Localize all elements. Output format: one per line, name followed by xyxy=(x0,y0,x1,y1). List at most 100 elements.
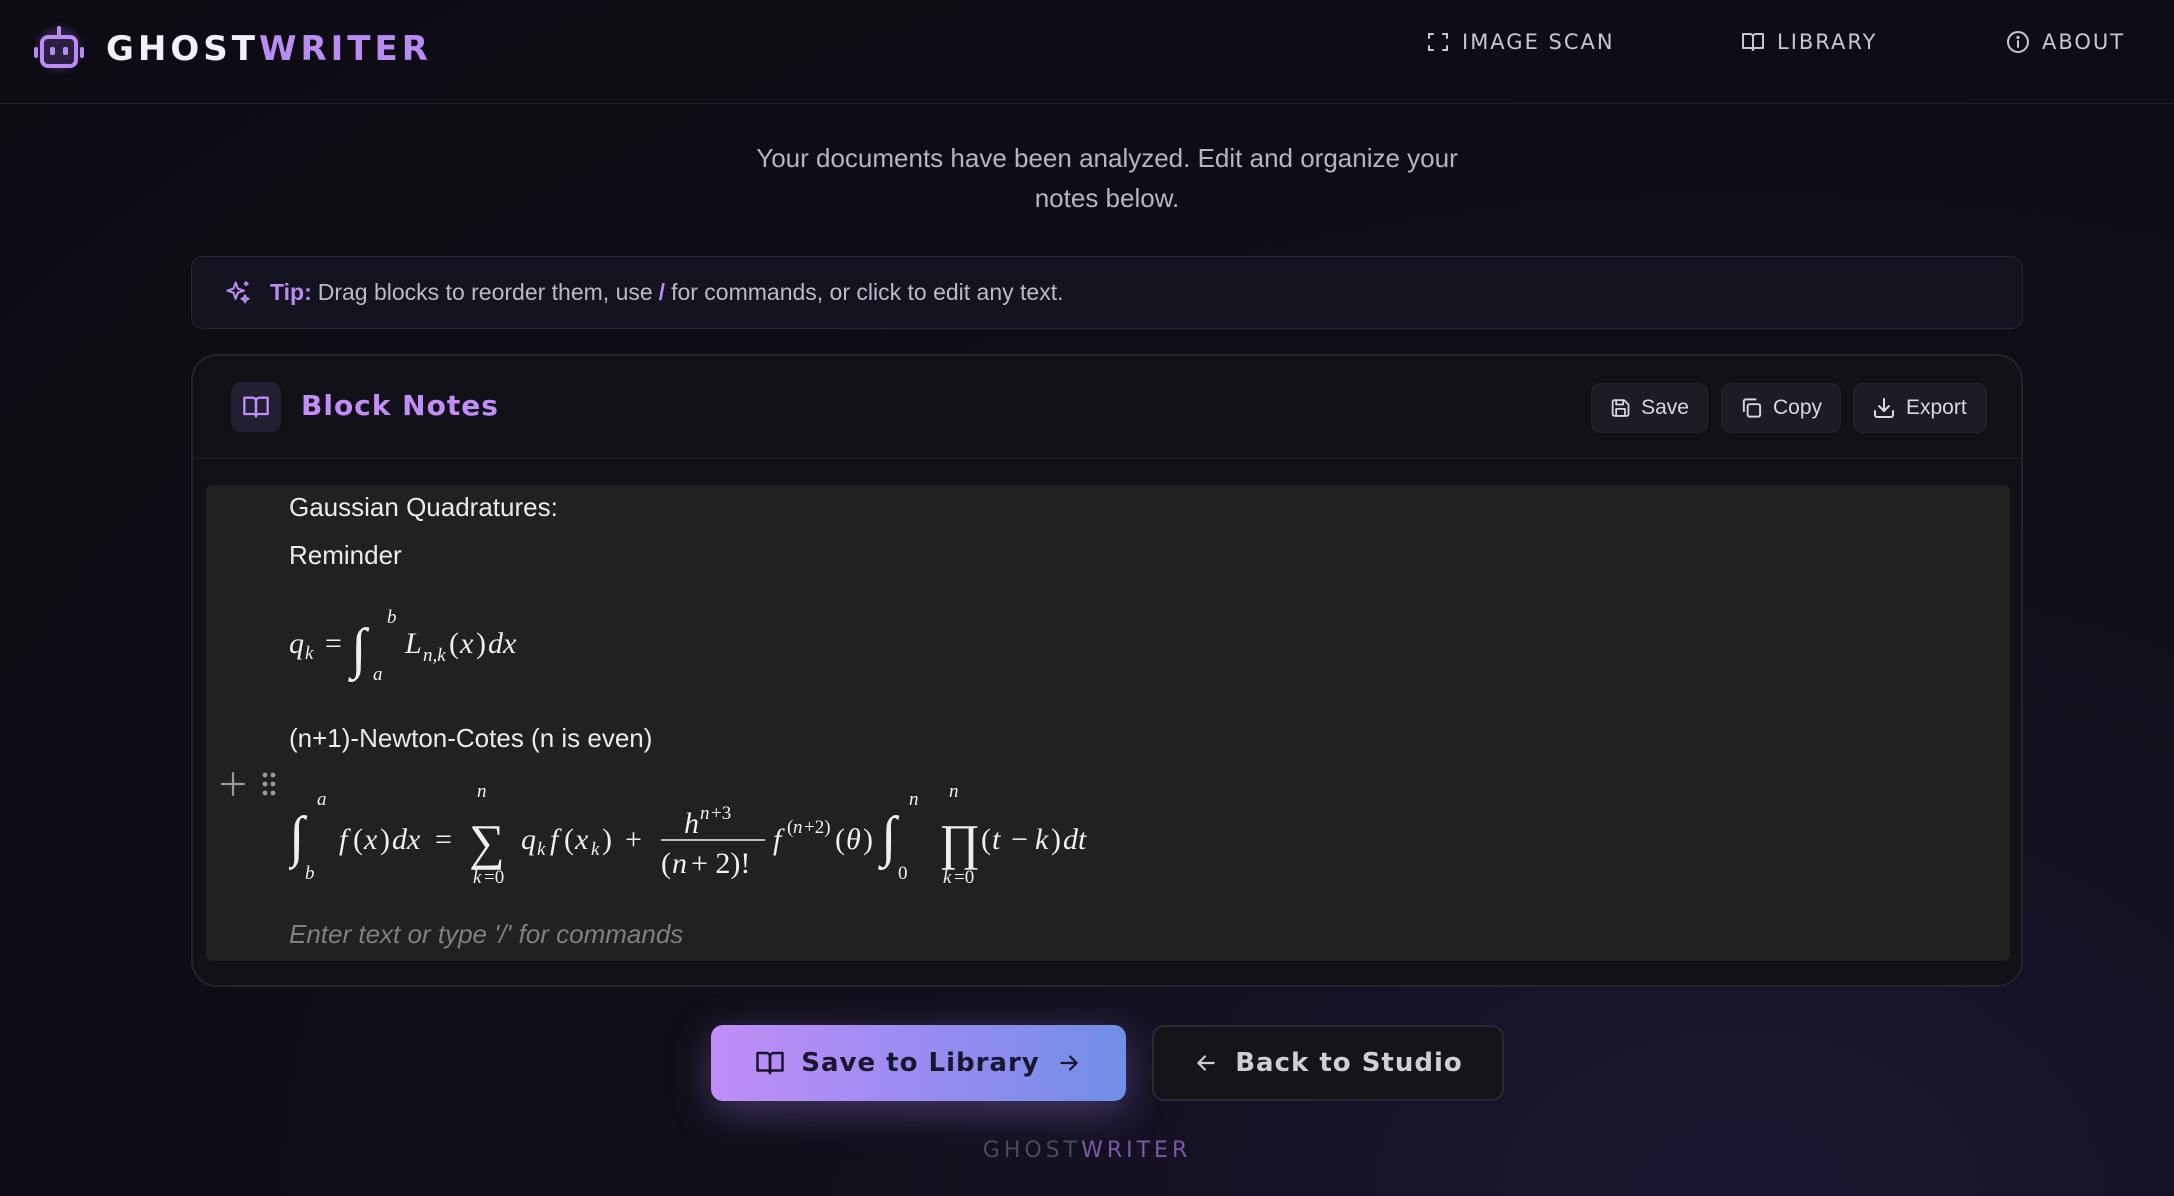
svg-text:n: n xyxy=(949,781,959,802)
svg-text:t: t xyxy=(992,823,1001,856)
svg-text:=0: =0 xyxy=(484,867,504,888)
svg-text:+: + xyxy=(625,823,642,856)
svg-text:+3: +3 xyxy=(711,803,731,824)
svg-text:dx: dx xyxy=(488,627,517,660)
svg-text:(: ( xyxy=(981,823,991,856)
nav-about-label: ABOUT xyxy=(2042,30,2126,54)
svg-text:(: ( xyxy=(835,823,845,856)
svg-text:n: n xyxy=(672,847,687,880)
svg-text:=0: =0 xyxy=(954,867,974,888)
svg-text:L: L xyxy=(404,627,422,660)
save-button[interactable]: Save xyxy=(1591,383,1708,433)
svg-text:k: k xyxy=(1035,823,1049,856)
svg-text:k: k xyxy=(943,867,952,888)
svg-text:(: ( xyxy=(353,823,363,856)
svg-text:(: ( xyxy=(661,847,671,880)
robot-icon xyxy=(30,20,88,78)
svg-text:f: f xyxy=(773,823,785,856)
brand-name: GHOSTWRITER xyxy=(106,29,432,69)
copy-button[interactable]: Copy xyxy=(1721,383,1841,433)
download-icon xyxy=(1874,398,1894,418)
text-block[interactable]: Reminder xyxy=(289,540,402,571)
tip-text-before: Drag blocks to reorder them, use xyxy=(317,279,653,305)
svg-text:): ) xyxy=(476,627,486,660)
svg-text:+2): +2) xyxy=(804,817,831,838)
svg-text:(: ( xyxy=(449,627,459,660)
save-to-library-label: Save to Library xyxy=(801,1048,1040,1078)
footer-prefix: GHOST xyxy=(982,1138,1082,1163)
text-block[interactable]: (n+1)-Newton-Cotes (n is even) xyxy=(289,723,652,754)
svg-text:f: f xyxy=(550,823,562,856)
svg-text:n: n xyxy=(700,803,710,824)
svg-text:dx: dx xyxy=(392,823,421,856)
brand-suffix: WRITER xyxy=(258,29,432,69)
svg-text:x: x xyxy=(363,823,378,856)
back-to-studio-button[interactable]: Back to Studio xyxy=(1152,1025,1504,1101)
sparkles-icon xyxy=(226,280,250,303)
math-block[interactable]: ∫ a b f ( x ) dx = n ∑ k =0 q k f (x k … xyxy=(286,779,1109,889)
svg-text:k: k xyxy=(305,643,314,664)
page-subtitle: Your documents have been analyzed. Edit … xyxy=(700,138,1514,218)
svg-text:q: q xyxy=(521,823,536,856)
add-block-icon[interactable] xyxy=(219,770,247,798)
math-block[interactable]: q k = ∫ b a L n,k ( x ) dx xyxy=(289,603,549,685)
svg-text:b: b xyxy=(387,607,397,628)
block-notes-card: Block Notes Save Copy Export Gaussian Qu… xyxy=(191,354,2023,987)
nav-about[interactable]: ABOUT xyxy=(2006,30,2125,54)
tip-banner: Tip: Drag blocks to reorder them, use / … xyxy=(191,256,2023,329)
svg-text:k: k xyxy=(537,839,546,860)
svg-text:∑: ∑ xyxy=(469,814,505,870)
export-button[interactable]: Export xyxy=(1853,383,1987,433)
arrow-left-icon xyxy=(1197,1055,1215,1071)
svg-text:(: ( xyxy=(564,823,574,856)
nav-library-label: LIBRARY xyxy=(1777,30,1878,54)
svg-text:=: = xyxy=(325,627,342,660)
book-icon xyxy=(756,1051,784,1075)
svg-text:∫: ∫ xyxy=(289,806,308,871)
save-button-label: Save xyxy=(1641,396,1689,419)
block-editor[interactable]: Gaussian Quadratures: Reminder q k = ∫ b… xyxy=(206,485,2010,961)
svg-text:∫: ∫ xyxy=(878,806,900,871)
svg-text:0: 0 xyxy=(898,863,908,884)
svg-text:∏: ∏ xyxy=(939,814,980,870)
tip-text-after: for commands, or click to edit any text. xyxy=(671,279,1064,305)
svg-text:∫: ∫ xyxy=(348,618,370,683)
tip-slash: / xyxy=(658,279,666,305)
svg-text:θ: θ xyxy=(846,823,861,856)
block-gutter xyxy=(219,770,277,798)
svg-text:): ) xyxy=(863,823,873,856)
copy-button-label: Copy xyxy=(1772,396,1822,419)
card-title: Block Notes xyxy=(301,389,499,422)
svg-text:): ) xyxy=(380,823,390,856)
svg-text:n,k: n,k xyxy=(423,645,446,666)
svg-text:k: k xyxy=(473,867,482,888)
empty-block-placeholder[interactable]: Enter text or type '/' for commands xyxy=(289,919,683,950)
svg-text:=: = xyxy=(435,823,452,856)
export-button-label: Export xyxy=(1906,396,1967,419)
subtitle-line-1: Your documents have been analyzed. Edit … xyxy=(756,143,1458,173)
top-nav: GHOSTWRITER IMAGE SCAN LIBRARY ABOUT xyxy=(0,0,2174,104)
nav-image-scan[interactable]: IMAGE SCAN xyxy=(1426,30,1615,54)
book-icon xyxy=(1742,33,1764,51)
nav-image-scan-label: IMAGE SCAN xyxy=(1462,30,1615,54)
save-to-library-button[interactable]: Save to Library xyxy=(711,1025,1126,1101)
svg-text:a: a xyxy=(373,664,383,683)
svg-text:n: n xyxy=(909,789,919,810)
scan-icon xyxy=(1428,33,1448,51)
drag-handle-icon[interactable] xyxy=(261,771,277,797)
save-icon xyxy=(1611,399,1630,417)
subtitle-line-2: notes below. xyxy=(1034,183,1180,213)
brand-logo[interactable]: GHOSTWRITER xyxy=(30,20,432,78)
footer-suffix: WRITER xyxy=(1081,1138,1192,1163)
svg-text:n: n xyxy=(477,781,487,802)
nav-library[interactable]: LIBRARY xyxy=(1741,30,1877,54)
text-block[interactable]: Gaussian Quadratures: xyxy=(289,492,558,523)
back-to-studio-label: Back to Studio xyxy=(1235,1048,1463,1078)
book-icon xyxy=(231,382,281,432)
svg-text:−: − xyxy=(1011,823,1028,856)
svg-text:a: a xyxy=(317,789,327,810)
svg-text:b: b xyxy=(305,863,315,884)
svg-text:n: n xyxy=(793,817,803,838)
svg-text:x: x xyxy=(459,627,474,660)
arrow-right-icon xyxy=(1060,1055,1078,1071)
